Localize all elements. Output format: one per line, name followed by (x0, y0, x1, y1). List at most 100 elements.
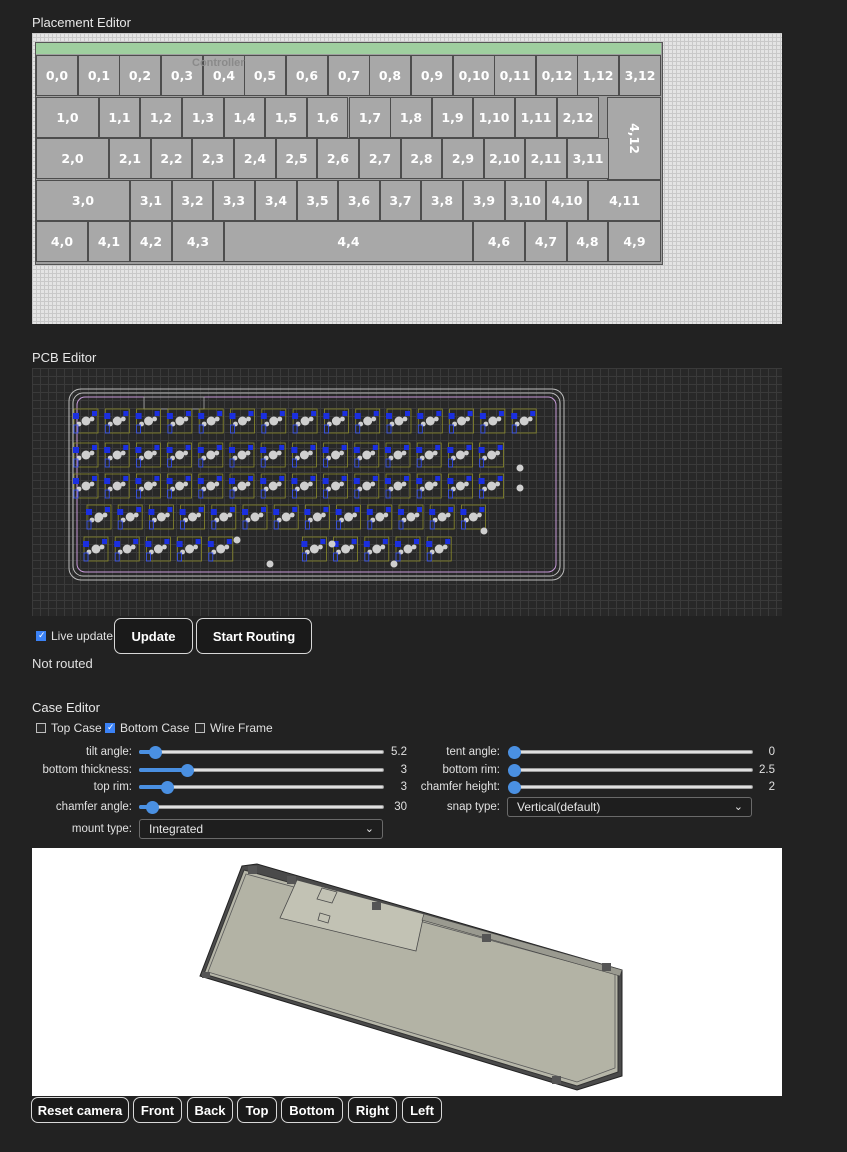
left-button[interactable]: Left (402, 1097, 442, 1123)
key-2-2[interactable]: 2,2 (151, 138, 192, 179)
key-0-5[interactable]: 0,5 (244, 55, 286, 96)
key-4-12[interactable]: 4,12 (607, 97, 661, 180)
key-4-7[interactable]: 4,7 (525, 221, 567, 262)
key-2-6[interactable]: 2,6 (317, 138, 359, 179)
key-2-4[interactable]: 2,4 (234, 138, 276, 179)
case-3d-viewport[interactable] (32, 848, 782, 1096)
top-case-checkbox[interactable] (36, 723, 46, 733)
key-1-6[interactable]: 1,6 (307, 97, 348, 138)
back-button[interactable]: Back (187, 1097, 233, 1123)
key-2-7[interactable]: 2,7 (359, 138, 401, 179)
key-4-4[interactable]: 4,4 (224, 221, 473, 262)
key-4-3[interactable]: 4,3 (172, 221, 224, 262)
key-1-3[interactable]: 1,3 (182, 97, 224, 138)
param-value: 2.5 (759, 764, 775, 776)
key-2-5[interactable]: 2,5 (276, 138, 317, 179)
key-4-2[interactable]: 4,2 (130, 221, 172, 262)
key-3-3[interactable]: 3,3 (213, 180, 255, 221)
key-1-2[interactable]: 1,2 (140, 97, 182, 138)
key-0-9[interactable]: 0,9 (411, 55, 453, 96)
key-label: 1,10 (478, 110, 510, 125)
param-slider-track[interactable] (139, 785, 384, 789)
key-0-1[interactable]: 0,1 (78, 55, 120, 96)
live-update-checkbox[interactable] (36, 630, 46, 641)
key-3-11[interactable]: 3,11 (567, 138, 609, 179)
key-3-10[interactable]: 3,10 (505, 180, 546, 221)
pcb-canvas[interactable] (32, 368, 782, 616)
key-0-12[interactable]: 0,12 (536, 55, 578, 96)
placement-canvas[interactable]: 0,0 0,1 0,2 0,3 0,4 0,5 0,6 0,7 0,8 0,9 0,10 0,11 0,… (32, 33, 782, 324)
param-slider-track[interactable] (508, 768, 753, 772)
key-4-6[interactable]: 4,6 (473, 221, 525, 262)
key-3-12[interactable]: 3,12 (619, 55, 661, 96)
key-4-10[interactable]: 4,10 (546, 180, 588, 221)
param-slider-track[interactable] (508, 750, 753, 754)
key-1-7[interactable]: 1,7 (349, 97, 391, 138)
key-label: 1,2 (149, 110, 173, 125)
key-4-0[interactable]: 4,0 (36, 221, 88, 262)
key-1-10[interactable]: 1,10 (473, 97, 515, 138)
key-0-10[interactable]: 0,10 (453, 55, 495, 96)
update-button[interactable]: Update (114, 618, 193, 654)
key-2-1[interactable]: 2,1 (109, 138, 151, 179)
key-0-0[interactable]: 0,0 (36, 55, 78, 96)
top-button[interactable]: Top (237, 1097, 277, 1123)
key-0-7[interactable]: 0,7 (328, 55, 370, 96)
reset-camera-button[interactable]: Reset camera (31, 1097, 129, 1123)
param-slider-thumb[interactable] (508, 764, 521, 777)
key-1-5[interactable]: 1,5 (265, 97, 307, 138)
start-routing-button[interactable]: Start Routing (196, 618, 312, 654)
key-1-12[interactable]: 1,12 (577, 55, 619, 96)
param-slider-track[interactable] (139, 750, 384, 754)
key-3-8[interactable]: 3,8 (421, 180, 463, 221)
param-slider-thumb[interactable] (508, 781, 521, 794)
bottom-case-checkbox[interactable] (105, 722, 115, 733)
mount-type-select[interactable]: Integrated ⌄ (139, 819, 383, 839)
key-2-9[interactable]: 2,9 (442, 138, 484, 179)
key-0-8[interactable]: 0,8 (369, 55, 411, 96)
key-1-8[interactable]: 1,8 (390, 97, 432, 138)
key-4-9[interactable]: 4,9 (608, 221, 661, 262)
param-slider-fill (139, 768, 185, 772)
param-slider-track[interactable] (508, 785, 753, 789)
key-1-11[interactable]: 1,11 (515, 97, 557, 138)
key-3-2[interactable]: 3,2 (172, 180, 213, 221)
key-3-4[interactable]: 3,4 (255, 180, 297, 221)
key-3-5[interactable]: 3,5 (297, 180, 338, 221)
param-slider-thumb[interactable] (508, 746, 521, 759)
key-2-10[interactable]: 2,10 (484, 138, 525, 179)
param-slider-thumb[interactable] (181, 764, 194, 777)
key-2-0[interactable]: 2,0 (36, 138, 109, 179)
key-3-7[interactable]: 3,7 (380, 180, 421, 221)
wire-frame-checkbox[interactable] (195, 723, 205, 733)
key-4-8[interactable]: 4,8 (567, 221, 608, 262)
snap-type-select[interactable]: Vertical(default) ⌄ (507, 797, 752, 817)
param-slider-track[interactable] (139, 805, 384, 809)
key-3-6[interactable]: 3,6 (338, 180, 380, 221)
right-button[interactable]: Right (348, 1097, 397, 1123)
key-4-1[interactable]: 4,1 (88, 221, 130, 262)
bottom-button[interactable]: Bottom (281, 1097, 343, 1123)
param-slider-thumb[interactable] (146, 801, 159, 814)
key-1-4[interactable]: 1,4 (224, 97, 265, 138)
key-2-11[interactable]: 2,11 (525, 138, 567, 179)
key-2-3[interactable]: 2,3 (192, 138, 234, 179)
key-3-9[interactable]: 3,9 (463, 180, 505, 221)
param-slider-thumb[interactable] (149, 746, 162, 759)
key-0-6[interactable]: 0,6 (286, 55, 328, 96)
key-0-2[interactable]: 0,2 (119, 55, 161, 96)
key-label: 3,7 (389, 193, 412, 208)
controller-strip[interactable] (36, 43, 661, 54)
key-0-11[interactable]: 0,11 (494, 55, 536, 96)
param-slider-thumb[interactable] (161, 781, 174, 794)
key-label: 0,9 (420, 68, 444, 83)
front-button[interactable]: Front (133, 1097, 182, 1123)
key-2-8[interactable]: 2,8 (401, 138, 442, 179)
key-3-0[interactable]: 3,0 (36, 180, 130, 221)
key-3-1[interactable]: 3,1 (130, 180, 172, 221)
key-4-11[interactable]: 4,11 (588, 180, 661, 221)
key-2-12[interactable]: 2,12 (557, 97, 599, 138)
key-1-1[interactable]: 1,1 (99, 97, 140, 138)
key-1-0[interactable]: 1,0 (36, 97, 99, 138)
key-1-9[interactable]: 1,9 (432, 97, 473, 138)
